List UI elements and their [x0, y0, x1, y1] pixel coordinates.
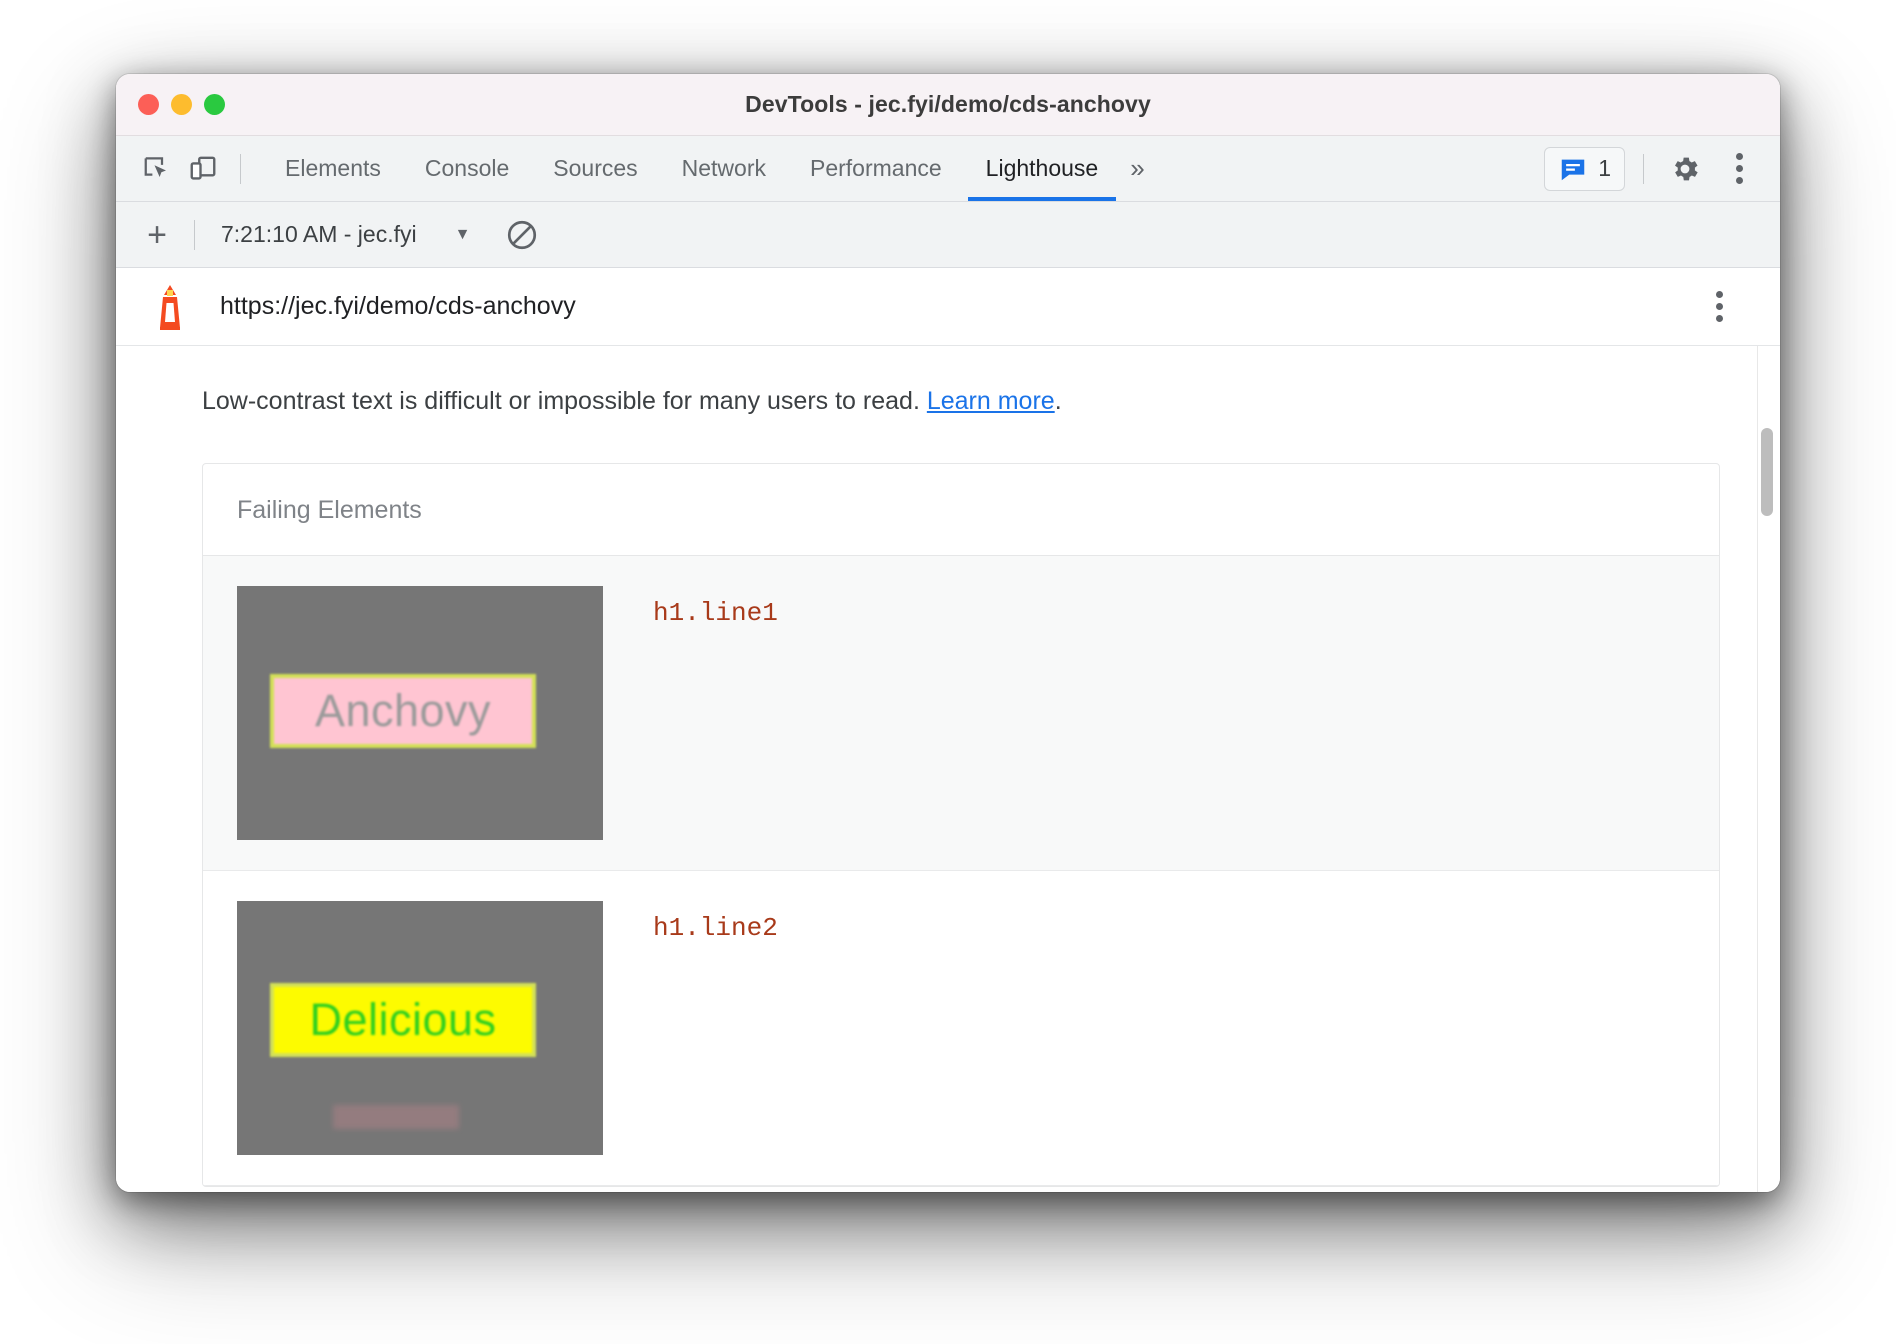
window-titlebar: DevTools - jec.fyi/demo/cds-anchovy [116, 74, 1780, 136]
lighthouse-toolbar: + 7:21:10 AM - jec.fyi ▼ [116, 202, 1780, 268]
audit-description-text: Low-contrast text is difficult or imposs… [202, 387, 927, 415]
tab-label: Network [682, 155, 766, 182]
devtools-menu-icon[interactable] [1716, 146, 1762, 192]
highlighted-text-snippet: Anchovy [270, 674, 536, 748]
close-window-button[interactable] [138, 94, 159, 115]
tab-performance[interactable]: Performance [788, 136, 964, 201]
table-row[interactable]: Delicious h1.line2 [203, 871, 1719, 1186]
report-selector-dropdown[interactable]: 7:21:10 AM - jec.fyi ▼ [221, 221, 474, 248]
tab-label: Performance [810, 155, 942, 182]
tab-label: Elements [285, 155, 381, 182]
element-selector[interactable]: h1.line1 [653, 586, 778, 628]
zoom-window-button[interactable] [204, 94, 225, 115]
report-header: https://jec.fyi/demo/cds-anchovy [116, 268, 1780, 346]
tab-elements[interactable]: Elements [263, 136, 403, 201]
card-title: Failing Elements [203, 464, 1719, 556]
issues-count: 1 [1598, 155, 1611, 182]
tab-label: Console [425, 155, 509, 182]
chevron-down-icon: ▼ [455, 226, 471, 244]
new-report-button[interactable]: + [134, 212, 180, 258]
toolbar-right-actions: 1 [1544, 146, 1762, 192]
screenshot-root: DevTools - jec.fyi/demo/cds-anchovy Elem… [0, 0, 1896, 1344]
panel-tabs: Elements Console Sources Network Perform… [263, 136, 1120, 201]
minimize-window-button[interactable] [171, 94, 192, 115]
blurred-page-content [333, 1105, 459, 1129]
toolbar-divider [194, 220, 195, 250]
clear-all-icon[interactable] [498, 212, 546, 258]
element-selector[interactable]: h1.line2 [653, 901, 778, 943]
traffic-lights [138, 94, 225, 115]
learn-more-link[interactable]: Learn more [927, 387, 1055, 415]
failing-elements-card: Failing Elements Anchovy h1.line1 Delici… [202, 463, 1720, 1187]
tab-console[interactable]: Console [403, 136, 531, 201]
toolbar-divider [240, 154, 241, 184]
highlighted-text-snippet: Delicious [270, 983, 536, 1057]
tab-sources[interactable]: Sources [531, 136, 659, 201]
lighthouse-logo-icon [150, 284, 190, 330]
devtools-tabbar: Elements Console Sources Network Perform… [116, 136, 1780, 202]
toolbar-divider [1643, 154, 1644, 184]
selected-report-label: 7:21:10 AM - jec.fyi [221, 221, 417, 248]
issues-message-icon [1558, 154, 1588, 184]
report-menu-icon[interactable] [1696, 284, 1742, 330]
tab-lighthouse[interactable]: Lighthouse [964, 136, 1121, 201]
report-url: https://jec.fyi/demo/cds-anchovy [220, 292, 576, 321]
audit-description: Low-contrast text is difficult or imposs… [116, 346, 1780, 419]
inspect-element-icon[interactable] [134, 146, 180, 192]
gear-icon[interactable] [1662, 146, 1708, 192]
table-row[interactable]: Anchovy h1.line1 [203, 556, 1719, 871]
report-scrollbar[interactable] [1758, 346, 1776, 1192]
tab-network[interactable]: Network [660, 136, 788, 201]
devtools-window: DevTools - jec.fyi/demo/cds-anchovy Elem… [116, 74, 1780, 1192]
element-screenshot-thumbnail[interactable]: Delicious [237, 901, 603, 1155]
scrollbar-thumb[interactable] [1761, 428, 1773, 516]
tab-label: Sources [553, 155, 637, 182]
audit-description-suffix: . [1055, 387, 1062, 415]
tab-label: Lighthouse [986, 155, 1099, 182]
more-tabs-chevron-icon[interactable]: » [1120, 153, 1158, 184]
device-toolbar-icon[interactable] [180, 146, 226, 192]
report-body: Low-contrast text is difficult or imposs… [116, 346, 1780, 1192]
window-title: DevTools - jec.fyi/demo/cds-anchovy [116, 91, 1780, 118]
issues-button[interactable]: 1 [1544, 147, 1625, 191]
element-screenshot-thumbnail[interactable]: Anchovy [237, 586, 603, 840]
